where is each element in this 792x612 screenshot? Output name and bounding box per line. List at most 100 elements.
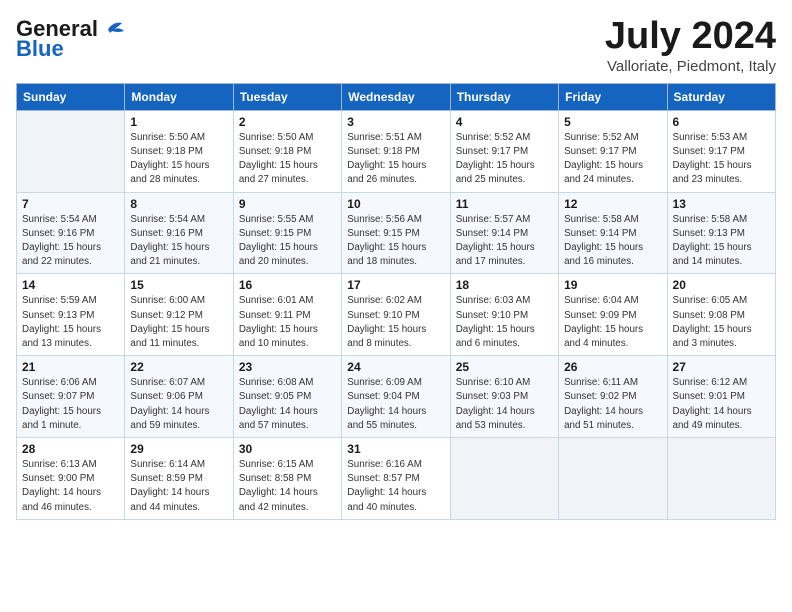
day-number: 13 [673, 197, 770, 211]
day-info: Sunrise: 6:03 AMSunset: 9:10 PMDaylight:… [456, 294, 553, 351]
day-number: 18 [456, 278, 553, 292]
calendar-cell: 24 Sunrise: 6:09 AMSunset: 9:04 PMDayligh… [342, 356, 450, 438]
calendar-cell: 15Sunrise: 6:00 AMSunset: 9:12 PMDayligh… [125, 274, 233, 356]
day-of-week-header: Tuesday [233, 83, 341, 110]
calendar-cell: 5 Sunrise: 5:52 AMSunset: 9:17 PMDaylight… [559, 110, 667, 192]
day-info: Sunrise: 6:16 AMSunset: 8:57 PMDaylight:… [347, 458, 444, 515]
day-info: Sunrise: 6:11 AMSunset: 9:02 PMDaylight:… [564, 376, 661, 433]
calendar-cell [17, 110, 125, 192]
day-number: 24 [347, 360, 444, 374]
calendar-cell: 18 Sunrise: 6:03 AMSunset: 9:10 PMDayligh… [450, 274, 558, 356]
day-number: 22 [130, 360, 227, 374]
day-number: 19 [564, 278, 661, 292]
calendar-cell: 12 Sunrise: 5:58 AMSunset: 9:14 PMDayligh… [559, 192, 667, 274]
day-info: Sunrise: 6:10 AMSunset: 9:03 PMDaylight:… [456, 376, 553, 433]
day-number: 5 [564, 115, 661, 129]
logo-blue: Blue [16, 36, 64, 62]
day-info: Sunrise: 6:05 AMSunset: 9:08 PMDaylight:… [673, 294, 770, 351]
day-number: 8 [130, 197, 227, 211]
day-number: 11 [456, 197, 553, 211]
day-info: Sunrise: 5:58 AMSunset: 9:13 PMDaylight:… [673, 213, 770, 270]
calendar-cell [559, 438, 667, 520]
day-of-week-header: Sunday [17, 83, 125, 110]
logo-bird-icon [100, 19, 128, 39]
day-of-week-header: Saturday [667, 83, 775, 110]
day-number: 16 [239, 278, 336, 292]
day-number: 7 [22, 197, 119, 211]
day-info: Sunrise: 5:59 AMSunset: 9:13 PMDaylight:… [22, 294, 119, 351]
month-title: July 2024 [605, 16, 776, 58]
calendar-cell: 22Sunrise: 6:07 AMSunset: 9:06 PMDayligh… [125, 356, 233, 438]
calendar-cell: 27 Sunrise: 6:12 AMSunset: 9:01 PMDayligh… [667, 356, 775, 438]
day-number: 30 [239, 442, 336, 456]
calendar-cell: 23Sunrise: 6:08 AMSunset: 9:05 PMDayligh… [233, 356, 341, 438]
day-number: 12 [564, 197, 661, 211]
calendar-cell: 2 Sunrise: 5:50 AMSunset: 9:18 PMDaylight… [233, 110, 341, 192]
logo: General Blue [16, 16, 128, 62]
day-info: Sunrise: 6:02 AMSunset: 9:10 PMDaylight:… [347, 294, 444, 351]
day-info: Sunrise: 6:06 AMSunset: 9:07 PMDaylight:… [22, 376, 119, 433]
day-number: 1 [130, 115, 227, 129]
day-number: 27 [673, 360, 770, 374]
calendar-cell [450, 438, 558, 520]
day-info: Sunrise: 6:01 AMSunset: 9:11 PMDaylight:… [239, 294, 336, 351]
calendar-cell: 9 Sunrise: 5:55 AMSunset: 9:15 PMDaylight… [233, 192, 341, 274]
day-number: 28 [22, 442, 119, 456]
calendar-week-row: 1 Sunrise: 5:50 AMSunset: 9:18 PMDaylight… [17, 110, 776, 192]
day-number: 3 [347, 115, 444, 129]
day-info: Sunrise: 5:52 AMSunset: 9:17 PMDaylight:… [564, 131, 661, 188]
day-number: 9 [239, 197, 336, 211]
day-info: Sunrise: 5:57 AMSunset: 9:14 PMDaylight:… [456, 213, 553, 270]
location: Valloriate, Piedmont, Italy [605, 58, 776, 75]
title-section: July 2024 Valloriate, Piedmont, Italy [605, 16, 776, 75]
calendar-cell: 14 Sunrise: 5:59 AMSunset: 9:13 PMDayligh… [17, 274, 125, 356]
day-of-week-header: Wednesday [342, 83, 450, 110]
day-number: 4 [456, 115, 553, 129]
calendar-cell: 17Sunrise: 6:02 AMSunset: 9:10 PMDayligh… [342, 274, 450, 356]
day-number: 10 [347, 197, 444, 211]
calendar-cell: 13 Sunrise: 5:58 AMSunset: 9:13 PMDayligh… [667, 192, 775, 274]
calendar-header-row: SundayMondayTuesdayWednesdayThursdayFrid… [17, 83, 776, 110]
day-info: Sunrise: 5:58 AMSunset: 9:14 PMDaylight:… [564, 213, 661, 270]
calendar-cell: 10 Sunrise: 5:56 AMSunset: 9:15 PMDayligh… [342, 192, 450, 274]
calendar-cell: 31Sunrise: 6:16 AMSunset: 8:57 PMDayligh… [342, 438, 450, 520]
day-of-week-header: Thursday [450, 83, 558, 110]
calendar-week-row: 21Sunrise: 6:06 AMSunset: 9:07 PMDayligh… [17, 356, 776, 438]
day-info: Sunrise: 5:51 AMSunset: 9:18 PMDaylight:… [347, 131, 444, 188]
day-number: 2 [239, 115, 336, 129]
calendar-cell: 1Sunrise: 5:50 AMSunset: 9:18 PMDaylight… [125, 110, 233, 192]
day-number: 26 [564, 360, 661, 374]
day-info: Sunrise: 6:13 AMSunset: 9:00 PMDaylight:… [22, 458, 119, 515]
day-info: Sunrise: 6:08 AMSunset: 9:05 PMDaylight:… [239, 376, 336, 433]
day-info: Sunrise: 5:50 AMSunset: 9:18 PMDaylight:… [239, 131, 336, 188]
day-number: 25 [456, 360, 553, 374]
day-info: Sunrise: 6:12 AMSunset: 9:01 PMDaylight:… [673, 376, 770, 433]
day-number: 14 [22, 278, 119, 292]
calendar-cell: 11 Sunrise: 5:57 AMSunset: 9:14 PMDayligh… [450, 192, 558, 274]
calendar-week-row: 14 Sunrise: 5:59 AMSunset: 9:13 PMDayligh… [17, 274, 776, 356]
calendar-cell: 26 Sunrise: 6:11 AMSunset: 9:02 PMDayligh… [559, 356, 667, 438]
calendar-cell: 20 Sunrise: 6:05 AMSunset: 9:08 PMDayligh… [667, 274, 775, 356]
day-info: Sunrise: 6:09 AMSunset: 9:04 PMDaylight:… [347, 376, 444, 433]
day-info: Sunrise: 6:14 AMSunset: 8:59 PMDaylight:… [130, 458, 227, 515]
day-info: Sunrise: 5:55 AMSunset: 9:15 PMDaylight:… [239, 213, 336, 270]
day-info: Sunrise: 5:52 AMSunset: 9:17 PMDaylight:… [456, 131, 553, 188]
calendar-cell: 3 Sunrise: 5:51 AMSunset: 9:18 PMDaylight… [342, 110, 450, 192]
calendar-cell: 30Sunrise: 6:15 AMSunset: 8:58 PMDayligh… [233, 438, 341, 520]
day-info: Sunrise: 5:53 AMSunset: 9:17 PMDaylight:… [673, 131, 770, 188]
day-info: Sunrise: 5:56 AMSunset: 9:15 PMDaylight:… [347, 213, 444, 270]
calendar-cell: 16 Sunrise: 6:01 AMSunset: 9:11 PMDayligh… [233, 274, 341, 356]
day-info: Sunrise: 6:00 AMSunset: 9:12 PMDaylight:… [130, 294, 227, 351]
calendar-cell: 8Sunrise: 5:54 AMSunset: 9:16 PMDaylight… [125, 192, 233, 274]
calendar-week-row: 28 Sunrise: 6:13 AMSunset: 9:00 PMDayligh… [17, 438, 776, 520]
day-info: Sunrise: 5:54 AMSunset: 9:16 PMDaylight:… [22, 213, 119, 270]
day-number: 6 [673, 115, 770, 129]
page-header: General Blue July 2024 Valloriate, Piedm… [16, 16, 776, 75]
day-number: 29 [130, 442, 227, 456]
calendar-cell: 21Sunrise: 6:06 AMSunset: 9:07 PMDayligh… [17, 356, 125, 438]
day-of-week-header: Friday [559, 83, 667, 110]
calendar-cell: 19Sunrise: 6:04 AMSunset: 9:09 PMDayligh… [559, 274, 667, 356]
calendar-cell: 4 Sunrise: 5:52 AMSunset: 9:17 PMDaylight… [450, 110, 558, 192]
day-number: 20 [673, 278, 770, 292]
calendar-cell: 28 Sunrise: 6:13 AMSunset: 9:00 PMDayligh… [17, 438, 125, 520]
